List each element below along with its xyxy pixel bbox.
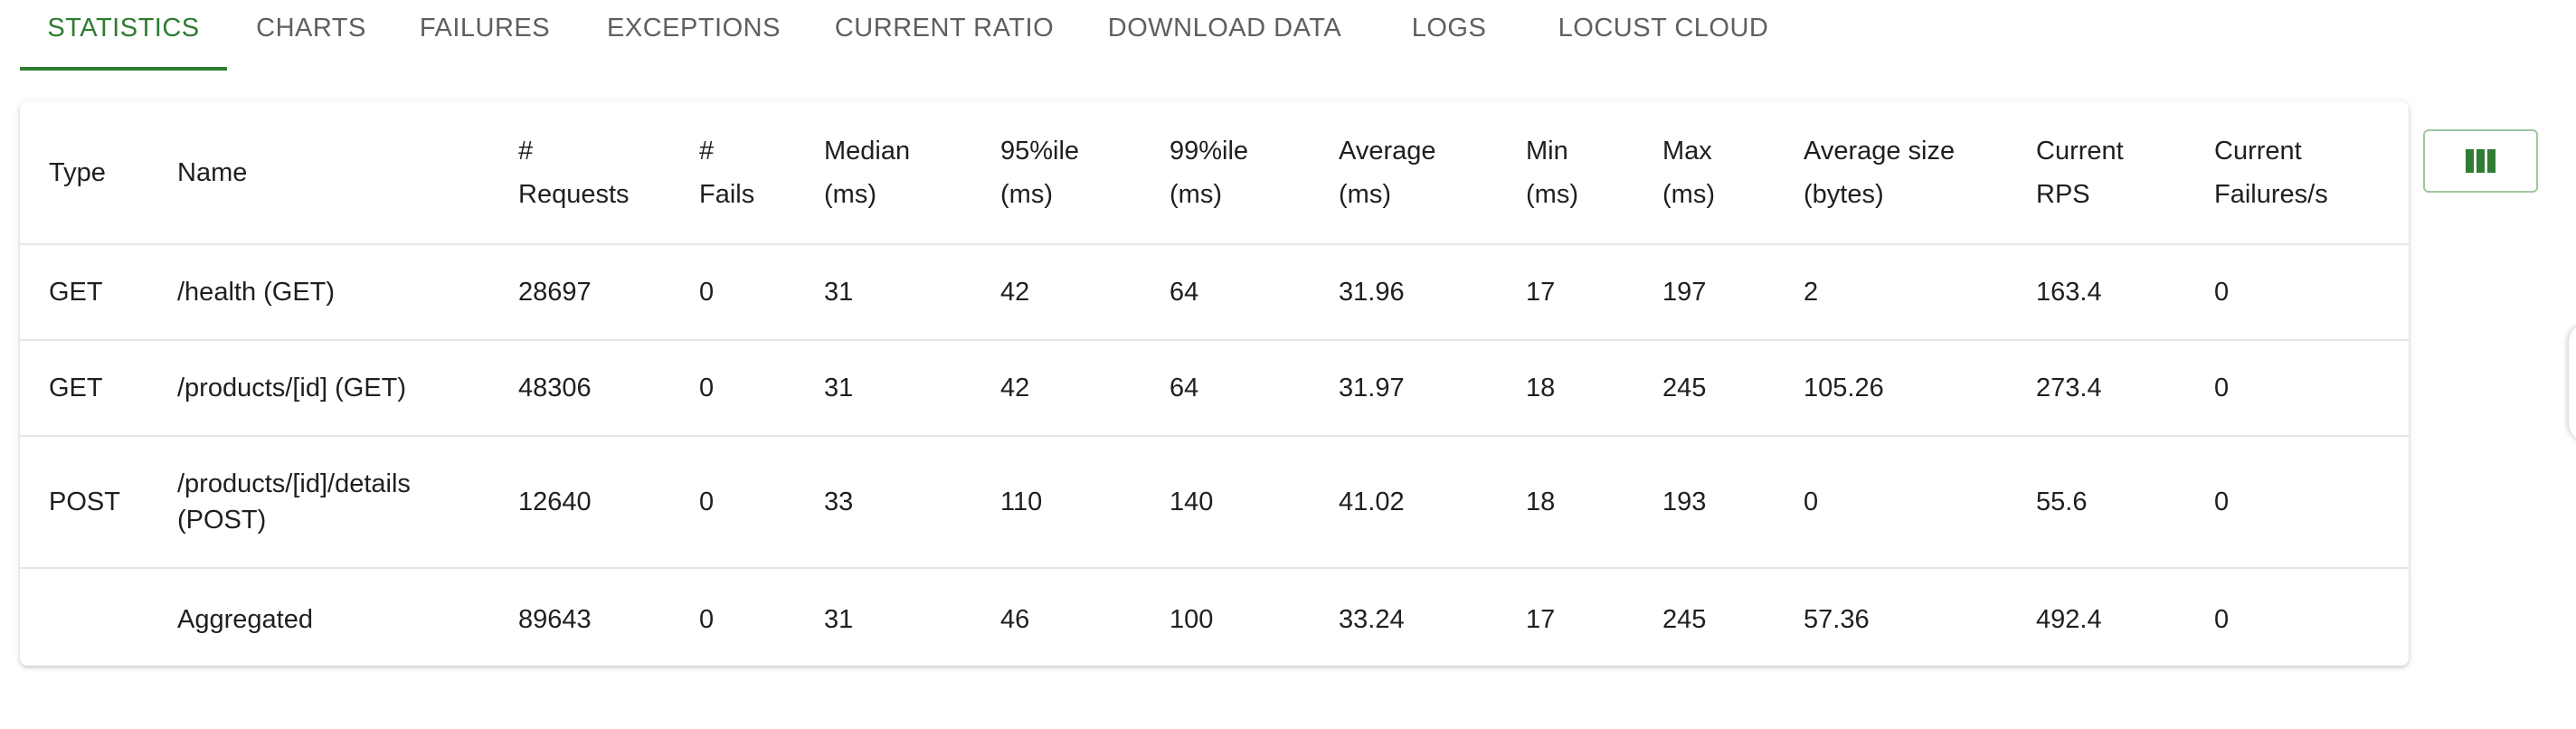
cell-99ile: 64 xyxy=(1141,340,1310,437)
cell-current-rps: 492.4 xyxy=(2036,604,2102,634)
cell-type: GET xyxy=(20,340,148,437)
cell-median: 31 xyxy=(795,340,971,437)
cell-median: 31 xyxy=(795,244,971,341)
cell-current-failures: 0 xyxy=(2185,244,2409,341)
cell-median: 31 xyxy=(824,604,854,634)
cell-current-rps: 163.4 xyxy=(2007,244,2185,341)
cell-fails: 0 xyxy=(699,604,715,634)
column-header-min[interactable]: Min (ms) xyxy=(1497,101,1634,245)
cell-current-failures: 0 xyxy=(2185,340,2409,437)
cell-average: 31.97 xyxy=(1310,340,1497,437)
tab-download-data[interactable]: DOWNLOAD DATA xyxy=(1091,0,1359,69)
table-row: POST /products/[id]/details (POST) 12640… xyxy=(20,436,2409,569)
cell-min: 18 xyxy=(1497,436,1634,569)
cell-99ile: 140 xyxy=(1141,436,1310,569)
cell-min: 17 xyxy=(1526,604,1556,634)
cell-95ile: 46 xyxy=(1000,604,1030,634)
cell-type xyxy=(20,568,148,666)
cell-current-rps: 273.4 xyxy=(2007,340,2185,437)
cell-requests: 12640 xyxy=(489,436,670,569)
table-row: GET /health (GET) 28697 0 31 42 64 31.96… xyxy=(20,244,2409,341)
active-tab-indicator xyxy=(20,67,227,71)
cell-max: 197 xyxy=(1634,244,1775,341)
column-header-current-rps[interactable]: Current RPS xyxy=(2007,101,2185,245)
cell-name: Aggregated xyxy=(177,604,313,634)
cell-type: GET xyxy=(20,244,148,341)
cell-requests: 28697 xyxy=(489,244,670,341)
statistics-table: Type Name # Requests # Fails Median (ms) 95… xyxy=(20,101,2409,666)
tab-exceptions[interactable]: EXCEPTIONS xyxy=(592,0,796,69)
tab-current-ratio[interactable]: CURRENT RATIO xyxy=(825,0,1064,69)
cell-requests: 89643 xyxy=(518,604,592,634)
cell-average: 41.02 xyxy=(1310,436,1497,569)
cell-requests: 48306 xyxy=(489,340,670,437)
column-chooser-button[interactable] xyxy=(2423,129,2538,193)
column-header-requests[interactable]: # Requests xyxy=(489,101,670,245)
cell-average-size: 57.36 xyxy=(1804,604,1870,634)
view-column-icon xyxy=(2466,149,2496,173)
cell-name: /products/[id]/details (POST) xyxy=(148,436,489,569)
cell-max: 245 xyxy=(1662,604,1707,634)
cell-current-failures: 0 xyxy=(2185,436,2409,569)
tab-logs[interactable]: LOGS xyxy=(1400,0,1498,69)
column-header-99ile[interactable]: 99%ile (ms) xyxy=(1141,101,1310,245)
cell-average-size: 2 xyxy=(1775,244,2007,341)
cell-median: 33 xyxy=(795,436,971,569)
column-header-max[interactable]: Max (ms) xyxy=(1634,101,1775,245)
cell-min: 18 xyxy=(1497,340,1634,437)
cell-current-failures: 0 xyxy=(2214,604,2230,634)
column-header-current-failures[interactable]: Current Failures/s xyxy=(2185,101,2409,245)
column-header-median[interactable]: Median (ms) xyxy=(795,101,971,245)
cell-95ile: 110 xyxy=(971,436,1141,569)
column-header-average[interactable]: Average (ms) xyxy=(1310,101,1497,245)
cell-max: 193 xyxy=(1634,436,1775,569)
column-header-average-size[interactable]: Average size (bytes) xyxy=(1775,101,2007,245)
cell-name: /products/[id] (GET) xyxy=(148,340,489,437)
table-header-row: Type Name # Requests # Fails Median (ms) 95… xyxy=(20,101,2409,245)
column-header-name[interactable]: Name xyxy=(148,101,489,245)
cell-99ile: 64 xyxy=(1141,244,1310,341)
cell-type: POST xyxy=(20,436,148,569)
column-header-type[interactable]: Type xyxy=(20,101,148,245)
cell-current-rps: 55.6 xyxy=(2007,436,2185,569)
cell-95ile: 42 xyxy=(971,244,1141,341)
table-row: GET /products/[id] (GET) 48306 0 31 42 6… xyxy=(20,340,2409,437)
tab-statistics[interactable]: STATISTICS xyxy=(20,0,227,69)
statistics-table-card: Type Name # Requests # Fails Median (ms) 95… xyxy=(20,101,2409,666)
cell-average: 33.24 xyxy=(1339,604,1405,634)
cell-95ile: 42 xyxy=(971,340,1141,437)
cell-max: 245 xyxy=(1634,340,1775,437)
cell-average: 31.96 xyxy=(1310,244,1497,341)
cell-fails: 0 xyxy=(670,244,795,341)
tab-failures[interactable]: FAILURES xyxy=(409,0,561,69)
column-header-95ile[interactable]: 95%ile (ms) xyxy=(971,101,1141,245)
side-drawer-handle[interactable] xyxy=(2569,324,2576,441)
table-row-aggregated: Aggregated 89643 0 31 46 100 33.24 17 24… xyxy=(20,568,2409,666)
cell-average-size: 0 xyxy=(1775,436,2007,569)
cell-min: 17 xyxy=(1497,244,1634,341)
cell-average-size: 105.26 xyxy=(1775,340,2007,437)
tab-charts[interactable]: CHARTS xyxy=(244,0,378,69)
cell-name: /health (GET) xyxy=(148,244,489,341)
cell-99ile: 100 xyxy=(1170,604,1214,634)
column-header-fails[interactable]: # Fails xyxy=(670,101,795,245)
cell-fails: 0 xyxy=(670,436,795,569)
tab-locust-cloud[interactable]: LOCUST CLOUD xyxy=(1545,0,1782,69)
cell-fails: 0 xyxy=(670,340,795,437)
statistics-page: STATISTICS CHARTS FAILURES EXCEPTIONS CU… xyxy=(0,0,2576,729)
tab-bar: STATISTICS CHARTS FAILURES EXCEPTIONS CU… xyxy=(0,0,2576,72)
